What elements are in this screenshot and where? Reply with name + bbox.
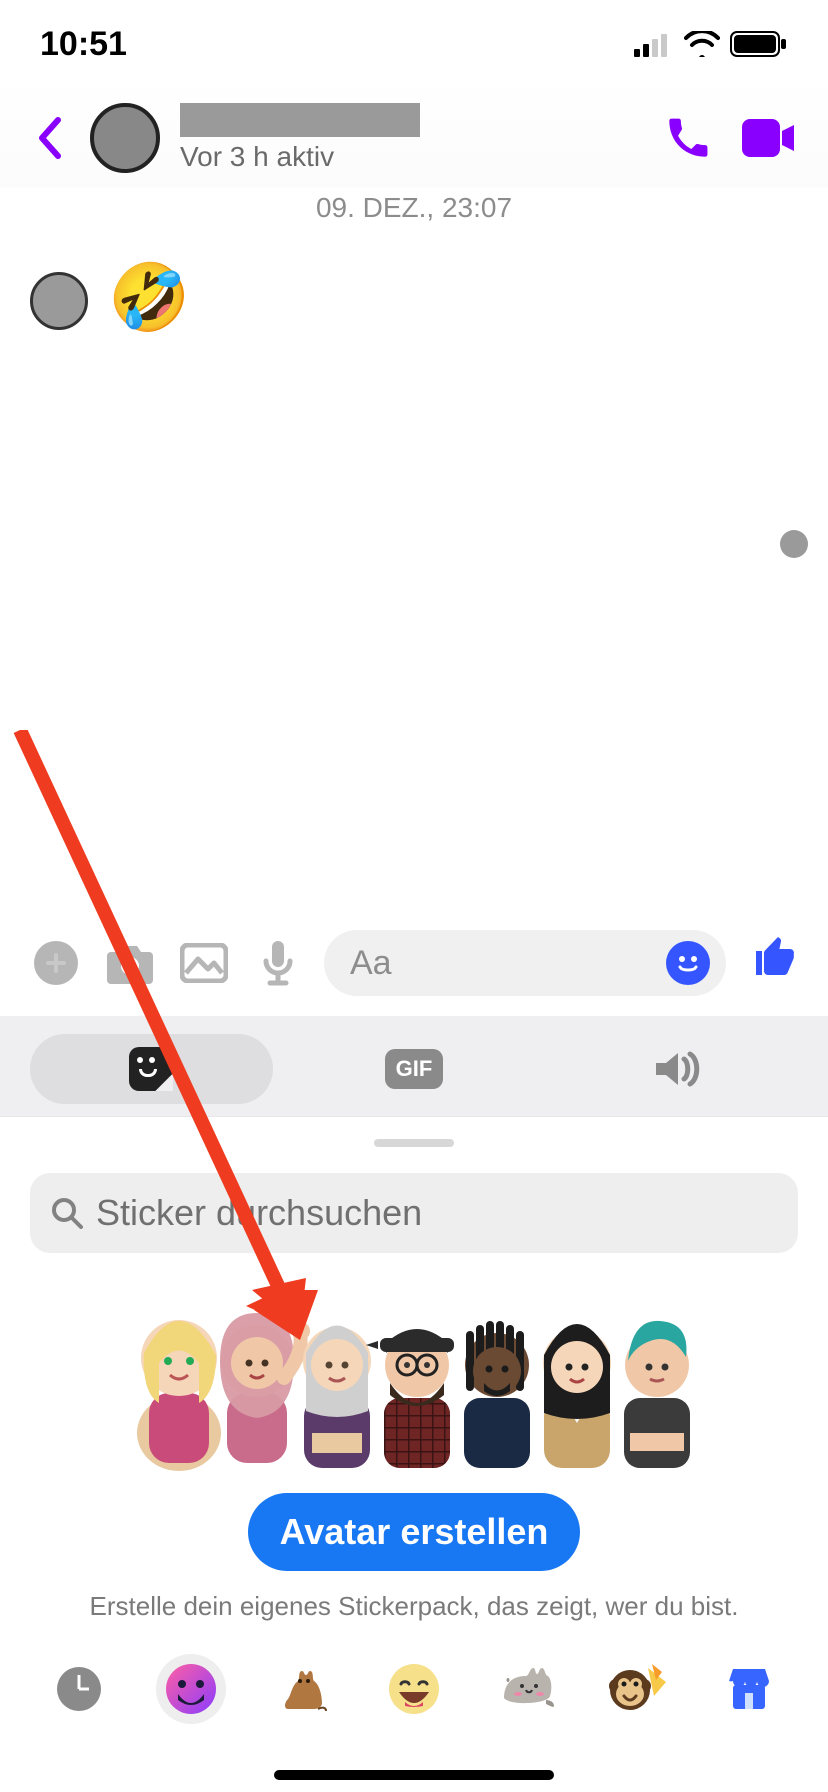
audio-call-button[interactable] [658,108,718,168]
cellular-icon [634,31,674,57]
emoji-picker-button[interactable] [666,941,710,985]
panel-grabber[interactable] [374,1139,454,1147]
avatar-pack-icon [164,1662,218,1716]
gif-tab[interactable]: GIF [293,1034,536,1104]
pusheen-icon [496,1664,556,1714]
avatar-examples-image [30,1273,798,1473]
sticker-store-button[interactable] [714,1654,784,1724]
store-icon [725,1667,773,1711]
back-button[interactable] [30,116,70,160]
sound-tab[interactable] [555,1034,798,1104]
smiley-icon [387,1662,441,1716]
monkey-icon [608,1662,666,1716]
video-call-button[interactable] [738,108,798,168]
avatar-hint-text: Erstelle dein eigenes Stickerpack, das z… [90,1591,739,1622]
sticker-icon [129,1047,173,1091]
composer-row: Aa [0,910,828,1016]
clock-icon [57,1667,101,1711]
contact-name-redacted [180,103,420,137]
battery-icon [730,31,788,57]
sticker-pack-strip [0,1632,828,1752]
voice-clip-button[interactable] [250,935,306,991]
pusheen-pack-button[interactable] [491,1654,561,1724]
recent-stickers-button[interactable] [44,1654,114,1724]
create-avatar-button[interactable]: Avatar erstellen [248,1493,581,1571]
status-bar: 10:51 [0,0,828,88]
sound-icon [652,1049,702,1089]
sticker-search-input[interactable]: Sticker durchsuchen [30,1173,798,1253]
stickers-tab[interactable] [30,1034,273,1104]
avatar-pack-button[interactable] [156,1654,226,1724]
conversation-title[interactable]: Vor 3 h aktiv [180,103,638,173]
conversation-avatar[interactable] [90,103,160,173]
message-placeholder: Aa [350,944,666,983]
media-type-tabs: GIF [0,1016,828,1117]
received-message-row: 🤣 [0,224,828,340]
seen-indicator [780,530,808,558]
more-actions-button[interactable] [28,935,84,991]
received-emoji-message[interactable]: 🤣 [108,264,190,330]
message-timestamp: 09. DEZ., 23:07 [0,192,828,224]
cat-icon [274,1661,330,1717]
gif-icon: GIF [385,1049,443,1089]
camera-button[interactable] [102,935,158,991]
gallery-button[interactable] [176,935,232,991]
home-indicator[interactable] [274,1770,554,1780]
activity-status: Vor 3 h aktiv [180,141,638,173]
status-time: 10:51 [40,25,127,64]
chat-header: Vor 3 h aktiv [0,88,828,188]
smiley-pack-button[interactable] [379,1654,449,1724]
like-button[interactable] [744,933,800,993]
sender-avatar[interactable] [30,272,88,330]
sticker-search-placeholder: Sticker durchsuchen [96,1192,422,1234]
status-indicators [634,31,788,57]
search-icon [50,1196,84,1230]
monkey-pack-button[interactable] [602,1654,672,1724]
message-input[interactable]: Aa [324,930,726,996]
cat-pack-button[interactable] [267,1654,337,1724]
sticker-panel: Sticker durchsuchen [0,1117,828,1632]
wifi-icon [684,31,720,57]
